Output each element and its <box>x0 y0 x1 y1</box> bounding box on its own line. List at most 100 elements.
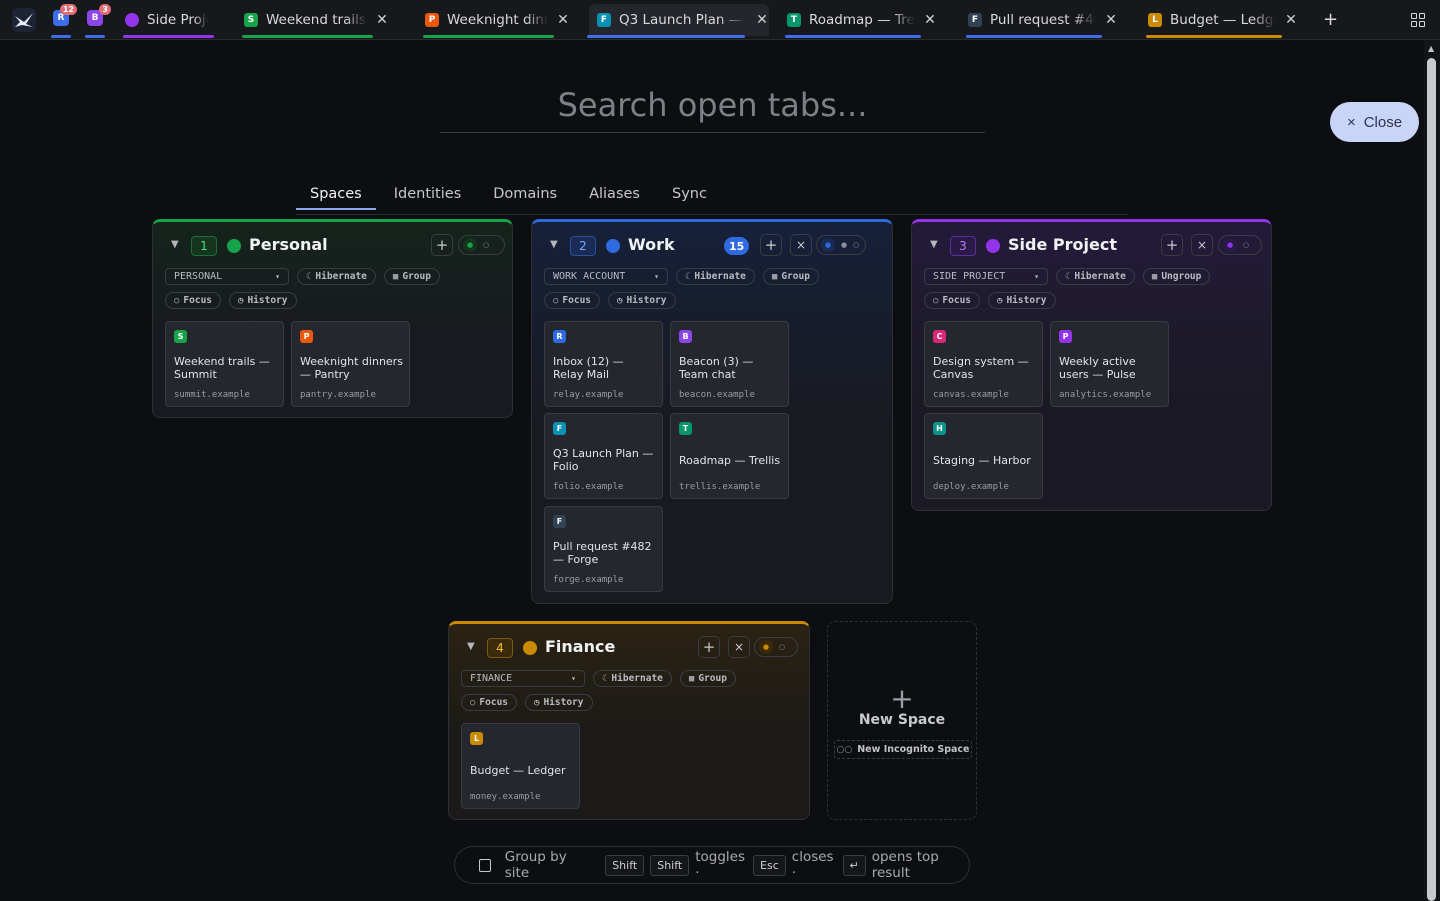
tab-card[interactable]: F Q3 Launch Plan — Folio folio.example <box>544 413 663 499</box>
group-button[interactable]: ■ Group <box>762 268 819 285</box>
tab-card[interactable]: F Pull request #482 — Forge forge.example <box>544 506 663 592</box>
tab-card[interactable]: P Weeknight dinners — Pantry pantry.exampl… <box>291 321 410 407</box>
focus-button[interactable]: ○ Focus <box>461 694 518 711</box>
close-tab-icon[interactable]: ✕ <box>923 12 937 28</box>
tab-card-domain: forge.example <box>553 575 624 585</box>
history-button[interactable]: ◷ History <box>229 292 297 309</box>
account-select[interactable]: FINANCE ▾ <box>461 670 585 687</box>
history-button[interactable]: ◷ History <box>608 292 676 309</box>
space-number: 1 <box>191 236 217 256</box>
delete-space-button[interactable]: × <box>1191 234 1213 256</box>
close-button[interactable]: × Close <box>1330 102 1419 142</box>
close-tab-icon[interactable]: ✕ <box>755 12 769 28</box>
tab-card[interactable]: L Budget — Ledger money.example <box>461 723 580 809</box>
grid-icon[interactable] <box>1411 13 1425 27</box>
account-select[interactable]: WORK ACCOUNT ▾ <box>544 268 668 285</box>
tab-card[interactable]: S Weekend trails — Summit summit.example <box>165 321 284 407</box>
tab-card-domain: summit.example <box>174 390 250 400</box>
search-input[interactable] <box>440 78 985 133</box>
tab-card[interactable]: C Design system — Canvas canvas.example <box>924 321 1043 407</box>
collapse-chevron-icon[interactable]: ▼ <box>930 239 938 250</box>
group-button[interactable]: ■ Group <box>679 670 736 687</box>
history-button[interactable]: ◷ History <box>525 694 593 711</box>
favicon: F <box>597 13 611 27</box>
pinned-tab-beacon[interactable]: B3 <box>85 4 111 38</box>
add-tab-button[interactable]: + <box>1161 234 1183 256</box>
favicon: H <box>933 422 946 435</box>
group-button[interactable]: ■ Group <box>383 268 440 285</box>
hibernate-button[interactable]: ☾ Hibernate <box>676 268 755 285</box>
space-mode-toggle[interactable]: ● ○ <box>1218 235 1262 255</box>
new-incognito-space-button[interactable]: ○○ New Incognito Space <box>834 740 972 759</box>
pinned-tab-relay[interactable]: R 12 <box>51 4 77 38</box>
folder-icon: ■ <box>1151 271 1158 282</box>
space-underline <box>85 35 105 38</box>
tab-aliases[interactable]: Aliases <box>575 182 654 210</box>
scroll-up-icon[interactable]: ▲ <box>1428 44 1434 53</box>
add-tab-button[interactable]: + <box>760 234 782 256</box>
close-tab-icon[interactable]: ✕ <box>556 12 570 28</box>
new-space-card[interactable]: + New Space ○○ New Incognito Space <box>827 621 977 820</box>
tab-card[interactable]: T Roadmap — Trellis trellis.example <box>670 413 789 499</box>
delete-space-button[interactable]: × <box>728 636 750 658</box>
add-tab-button[interactable]: + <box>431 234 453 256</box>
space-name[interactable]: Side Project <box>1008 235 1117 254</box>
space-name[interactable]: Work <box>628 235 675 254</box>
close-tab-icon[interactable]: ✕ <box>1104 12 1118 28</box>
browser-tab[interactable]: S Weekend trails — Summit ✕ <box>242 4 389 38</box>
focus-button[interactable]: ○ Focus <box>544 292 601 309</box>
tab-card[interactable]: R Inbox (12) — Relay Mail relay.example <box>544 321 663 407</box>
browser-tab[interactable]: T Roadmap — Trellis ✕ <box>785 4 937 38</box>
account-select[interactable]: SIDE PROJECT ▾ <box>924 268 1048 285</box>
space-color-dot[interactable] <box>986 239 1000 253</box>
browser-tab[interactable]: Side Project <box>123 4 230 38</box>
tab-card[interactable]: B Beacon (3) — Team chat beacon.example <box>670 321 789 407</box>
space-color-dot[interactable] <box>227 239 241 253</box>
browser-tab[interactable]: F Pull request #482 — Forge ✕ <box>966 4 1118 38</box>
browser-tab[interactable]: P Weeknight dinners — Pantry ✕ <box>423 4 570 38</box>
moon-icon: ☾ <box>602 673 608 684</box>
focus-button[interactable]: ○ Focus <box>165 292 222 309</box>
tab-card-title: Budget — Ledger <box>470 763 566 777</box>
browser-tab[interactable]: L Budget — Ledger ✕ <box>1146 4 1298 38</box>
tab-card[interactable]: H Staging — Harbor deploy.example <box>924 413 1043 499</box>
scrollbar[interactable]: ▲ ▼ <box>1424 40 1440 901</box>
space-name[interactable]: Finance <box>545 637 615 656</box>
space-color-dot[interactable] <box>523 641 537 655</box>
group-by-site-checkbox[interactable] <box>479 858 491 872</box>
hint-opens: opens top result <box>871 849 939 881</box>
scrollbar-thumb[interactable] <box>1427 58 1436 901</box>
hibernate-button[interactable]: ☾ Hibernate <box>297 268 376 285</box>
history-button[interactable]: ◷ History <box>988 292 1056 309</box>
tab-domains[interactable]: Domains <box>479 182 571 210</box>
close-tab-icon[interactable]: ✕ <box>375 12 389 28</box>
account-select[interactable]: PERSONAL ▾ <box>165 268 289 285</box>
tab-title: Roadmap — Trellis <box>809 12 915 28</box>
group-button[interactable]: ■ Ungroup <box>1142 268 1211 285</box>
collapse-chevron-icon[interactable]: ▼ <box>171 239 179 250</box>
chip-label: Hibernate <box>694 271 746 282</box>
close-tab-icon[interactable]: ✕ <box>1284 12 1298 28</box>
collapse-chevron-icon[interactable]: ▼ <box>550 239 558 250</box>
space-name[interactable]: Personal <box>249 235 328 254</box>
focus-button[interactable]: ○ Focus <box>924 292 981 309</box>
browser-logo-icon[interactable] <box>10 6 38 34</box>
space-color-dot[interactable] <box>606 239 620 253</box>
tab-card[interactable]: P Weekly active users — Pulse analytics.ex… <box>1050 321 1169 407</box>
space-mode-toggle[interactable]: ● ● ○ <box>816 235 866 255</box>
tab-spaces[interactable]: Spaces <box>296 182 376 210</box>
browser-tab[interactable]: F Q3 Launch Plan — Folio ✕ <box>587 4 769 38</box>
tab-identities[interactable]: Identities <box>380 182 476 210</box>
add-tab-button[interactable]: + <box>698 636 720 658</box>
tab-card-title: Staging — Harbor <box>933 453 1031 467</box>
space-mode-toggle[interactable]: ● ○ <box>754 637 798 657</box>
space-mode-toggle[interactable]: ● ○ <box>458 235 505 255</box>
collapse-chevron-icon[interactable]: ▼ <box>467 641 475 652</box>
delete-space-button[interactable]: × <box>790 234 812 256</box>
hibernate-button[interactable]: ☾ Hibernate <box>1056 268 1135 285</box>
dropdown-icon: ▾ <box>571 674 576 683</box>
new-tab-button[interactable]: + <box>1323 9 1338 30</box>
hibernate-button[interactable]: ☾ Hibernate <box>593 670 672 687</box>
tab-sync[interactable]: Sync <box>658 182 721 210</box>
scroll-down-icon[interactable]: ▼ <box>1428 887 1434 896</box>
